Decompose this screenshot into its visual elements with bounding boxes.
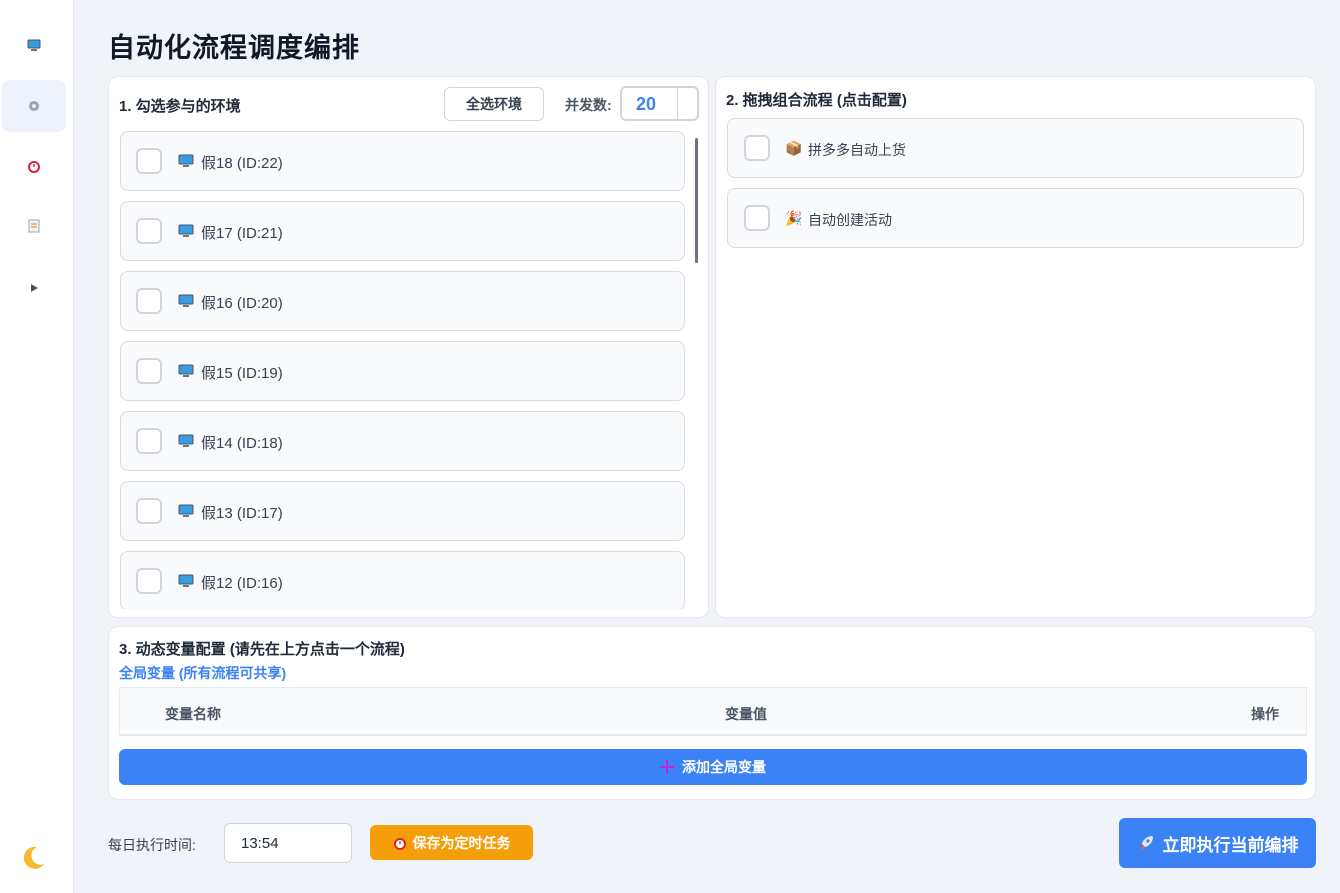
sidebar (0, 0, 74, 893)
sidebar-item-logs[interactable] (2, 200, 66, 252)
env-list-scrollbar[interactable] (695, 138, 698, 263)
env-checkbox[interactable] (136, 428, 162, 454)
flow-checkbox[interactable] (744, 205, 770, 231)
page-title: 自动化流程调度编排 (108, 33, 360, 63)
daily-time-label: 每日执行时间: (108, 837, 196, 853)
gear-icon (29, 101, 39, 111)
env-item[interactable]: 假18 (ID:22) (120, 131, 685, 191)
env-label: 假16 (ID:20) (201, 295, 283, 312)
column-header-actions: 操作 (1251, 706, 1279, 722)
column-header-name: 变量名称 (165, 706, 221, 722)
concurrency-value: 20 (636, 94, 657, 114)
flow-item[interactable]: 📦 拼多多自动上货 (727, 118, 1304, 178)
computer-icon (178, 574, 194, 587)
add-global-variable-button[interactable]: 添加全局变量 (119, 749, 1307, 785)
env-item[interactable]: 假13 (ID:17) (120, 481, 685, 541)
computer-icon (178, 504, 194, 517)
flow-panel: 2. 拖拽组合流程 (点击配置) 📦 拼多多自动上货 🎉 自动创建活动 (715, 76, 1316, 618)
env-item[interactable]: 假14 (ID:18) (120, 411, 685, 471)
concurrency-input[interactable]: 20 (620, 86, 699, 121)
run-now-label: 立即执行当前编排 (1162, 835, 1299, 855)
global-vars-subtitle: 全局变量 (所有流程可共享) (119, 665, 287, 681)
package-icon: 📦 (785, 140, 803, 156)
vars-panel-title: 3. 动态变量配置 (请先在上方点击一个流程) (119, 641, 405, 658)
env-item[interactable]: 假16 (ID:20) (120, 271, 685, 331)
flow-label: 拼多多自动上货 (808, 142, 906, 158)
sidebar-item-environments[interactable] (2, 20, 66, 72)
play-icon (31, 284, 38, 292)
env-checkbox[interactable] (136, 568, 162, 594)
env-label: 假18 (ID:22) (201, 155, 283, 172)
run-now-button[interactable]: 立即执行当前编排 (1119, 818, 1316, 868)
computer-icon (27, 39, 41, 51)
moon-icon (23, 846, 44, 869)
flow-label: 自动创建活动 (808, 212, 892, 228)
env-panel-title: 1. 勾选参与的环境 (119, 98, 241, 115)
env-checkbox[interactable] (136, 498, 162, 524)
select-all-envs-button[interactable]: 全选环境 (444, 87, 544, 121)
plus-icon (660, 760, 674, 774)
theme-toggle[interactable] (1, 832, 65, 884)
env-panel: 1. 勾选参与的环境 全选环境 并发数: 20 假18 (ID:22) 假17 … (108, 76, 709, 618)
computer-icon (178, 434, 194, 447)
env-label: 假17 (ID:21) (201, 225, 283, 242)
concurrency-stepper[interactable] (678, 88, 697, 119)
vars-table-header: 变量名称 变量值 操作 (119, 687, 1307, 736)
env-label: 假12 (ID:16) (201, 575, 283, 592)
memo-icon (28, 219, 40, 233)
flow-checkbox[interactable] (744, 135, 770, 161)
flow-panel-title: 2. 拖拽组合流程 (点击配置) (726, 92, 907, 109)
env-label: 假14 (ID:18) (201, 435, 283, 452)
env-checkbox[interactable] (136, 218, 162, 244)
env-checkbox[interactable] (136, 288, 162, 314)
computer-icon (178, 364, 194, 377)
column-header-value: 变量值 (725, 706, 767, 722)
concurrency-label: 并发数: (565, 97, 612, 113)
env-item[interactable]: 假12 (ID:16) (120, 551, 685, 609)
env-label: 假13 (ID:17) (201, 505, 283, 522)
save-schedule-button[interactable]: 保存为定时任务 (370, 825, 533, 860)
sidebar-item-orchestration[interactable] (2, 80, 66, 132)
sidebar-item-run[interactable] (2, 262, 66, 314)
daily-time-input[interactable]: 13:54 (224, 823, 352, 863)
env-list: 假18 (ID:22) 假17 (ID:21) 假16 (ID:20) 假15 … (119, 131, 699, 609)
rocket-icon (1138, 836, 1153, 850)
alarm-clock-icon (393, 837, 406, 850)
env-checkbox[interactable] (136, 358, 162, 384)
computer-icon (178, 154, 194, 167)
computer-icon (178, 224, 194, 237)
party-popper-icon: 🎉 (785, 210, 803, 226)
env-label: 假15 (ID:19) (201, 365, 283, 382)
alarm-clock-icon (28, 161, 40, 173)
sidebar-item-schedules[interactable] (2, 140, 66, 192)
flow-item[interactable]: 🎉 自动创建活动 (727, 188, 1304, 248)
env-checkbox[interactable] (136, 148, 162, 174)
vars-panel: 3. 动态变量配置 (请先在上方点击一个流程) 全局变量 (所有流程可共享) 变… (108, 626, 1316, 800)
computer-icon (178, 294, 194, 307)
save-schedule-label: 保存为定时任务 (412, 834, 511, 851)
env-item[interactable]: 假15 (ID:19) (120, 341, 685, 401)
add-global-variable-label: 添加全局变量 (682, 759, 766, 775)
env-item[interactable]: 假17 (ID:21) (120, 201, 685, 261)
